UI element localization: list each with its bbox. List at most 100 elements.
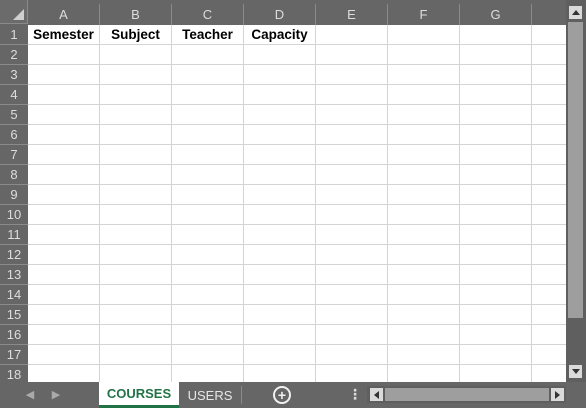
cell-d2[interactable] [244, 45, 316, 65]
cell-g3[interactable] [460, 65, 532, 85]
cell-c15[interactable] [172, 305, 244, 325]
cell-h11[interactable] [532, 225, 566, 245]
vertical-dots-icon[interactable]: ⋮ [348, 386, 362, 403]
row-header[interactable]: 3 [0, 65, 28, 85]
vertical-scroll-thumb[interactable] [568, 22, 583, 318]
cell-b10[interactable] [100, 205, 172, 225]
cell-b2[interactable] [100, 45, 172, 65]
column-header-g[interactable]: G [460, 4, 532, 25]
row-header[interactable]: 14 [0, 285, 28, 305]
cell-f10[interactable] [388, 205, 460, 225]
cell-a14[interactable] [28, 285, 100, 305]
cell-b16[interactable] [100, 325, 172, 345]
cell-h9[interactable] [532, 185, 566, 205]
cell-e13[interactable] [316, 265, 388, 285]
cell-d13[interactable] [244, 265, 316, 285]
cell-d3[interactable] [244, 65, 316, 85]
cell-h7[interactable] [532, 145, 566, 165]
cell-c18[interactable] [172, 365, 244, 382]
cell-d11[interactable] [244, 225, 316, 245]
cell-e8[interactable] [316, 165, 388, 185]
horizontal-scrollbar[interactable] [367, 386, 566, 403]
cell-c17[interactable] [172, 345, 244, 365]
cell-h4[interactable] [532, 85, 566, 105]
scroll-left-button[interactable] [370, 388, 383, 401]
cell-h16[interactable] [532, 325, 566, 345]
cell-h17[interactable] [532, 345, 566, 365]
scroll-down-button[interactable] [569, 365, 582, 378]
cell-h12[interactable] [532, 245, 566, 265]
cell-a12[interactable] [28, 245, 100, 265]
cell-b8[interactable] [100, 165, 172, 185]
cell-d15[interactable] [244, 305, 316, 325]
vertical-scrollbar[interactable] [566, 0, 586, 382]
cell-e18[interactable] [316, 365, 388, 382]
sheet-tab-users[interactable]: USERS [180, 382, 240, 408]
cell-b5[interactable] [100, 105, 172, 125]
cell-f2[interactable] [388, 45, 460, 65]
cell-f15[interactable] [388, 305, 460, 325]
cell-d12[interactable] [244, 245, 316, 265]
row-header[interactable]: 17 [0, 345, 28, 365]
cell-c1[interactable]: Teacher [172, 25, 244, 45]
column-header-b[interactable]: B [100, 4, 172, 25]
column-header-c[interactable]: C [172, 4, 244, 25]
cell-e4[interactable] [316, 85, 388, 105]
row-header[interactable]: 8 [0, 165, 28, 185]
cell-a8[interactable] [28, 165, 100, 185]
cell-e14[interactable] [316, 285, 388, 305]
cell-a16[interactable] [28, 325, 100, 345]
cell-g13[interactable] [460, 265, 532, 285]
cell-a10[interactable] [28, 205, 100, 225]
cell-g5[interactable] [460, 105, 532, 125]
cell-h13[interactable] [532, 265, 566, 285]
cell-a2[interactable] [28, 45, 100, 65]
cell-d9[interactable] [244, 185, 316, 205]
cell-b12[interactable] [100, 245, 172, 265]
cell-b13[interactable] [100, 265, 172, 285]
cell-e16[interactable] [316, 325, 388, 345]
cell-d14[interactable] [244, 285, 316, 305]
cell-b4[interactable] [100, 85, 172, 105]
cell-g2[interactable] [460, 45, 532, 65]
cell-a1[interactable]: Semester [28, 25, 100, 45]
next-sheet-button[interactable]: ▶ [50, 388, 62, 401]
column-header-e[interactable]: E [316, 4, 388, 25]
cell-b17[interactable] [100, 345, 172, 365]
cell-b15[interactable] [100, 305, 172, 325]
cell-f6[interactable] [388, 125, 460, 145]
cell-c4[interactable] [172, 85, 244, 105]
cell-b11[interactable] [100, 225, 172, 245]
cell-g11[interactable] [460, 225, 532, 245]
cell-h6[interactable] [532, 125, 566, 145]
cell-f18[interactable] [388, 365, 460, 382]
cell-c3[interactable] [172, 65, 244, 85]
cell-a18[interactable] [28, 365, 100, 382]
cell-h14[interactable] [532, 285, 566, 305]
select-all-button[interactable] [0, 0, 28, 24]
cell-a3[interactable] [28, 65, 100, 85]
cell-d5[interactable] [244, 105, 316, 125]
cell-e3[interactable] [316, 65, 388, 85]
cell-b9[interactable] [100, 185, 172, 205]
cell-h1[interactable] [532, 25, 566, 45]
cell-g8[interactable] [460, 165, 532, 185]
cell-g10[interactable] [460, 205, 532, 225]
cell-e17[interactable] [316, 345, 388, 365]
cell-a15[interactable] [28, 305, 100, 325]
column-header-d[interactable]: D [244, 4, 316, 25]
cell-g9[interactable] [460, 185, 532, 205]
cell-b1[interactable]: Subject [100, 25, 172, 45]
cell-e15[interactable] [316, 305, 388, 325]
cell-e2[interactable] [316, 45, 388, 65]
cell-a5[interactable] [28, 105, 100, 125]
row-header[interactable]: 15 [0, 305, 28, 325]
cell-b6[interactable] [100, 125, 172, 145]
cell-e5[interactable] [316, 105, 388, 125]
cell-h8[interactable] [532, 165, 566, 185]
plus-circle-icon[interactable]: + [273, 386, 291, 404]
cell-f13[interactable] [388, 265, 460, 285]
cell-h10[interactable] [532, 205, 566, 225]
cell-e7[interactable] [316, 145, 388, 165]
cell-h5[interactable] [532, 105, 566, 125]
